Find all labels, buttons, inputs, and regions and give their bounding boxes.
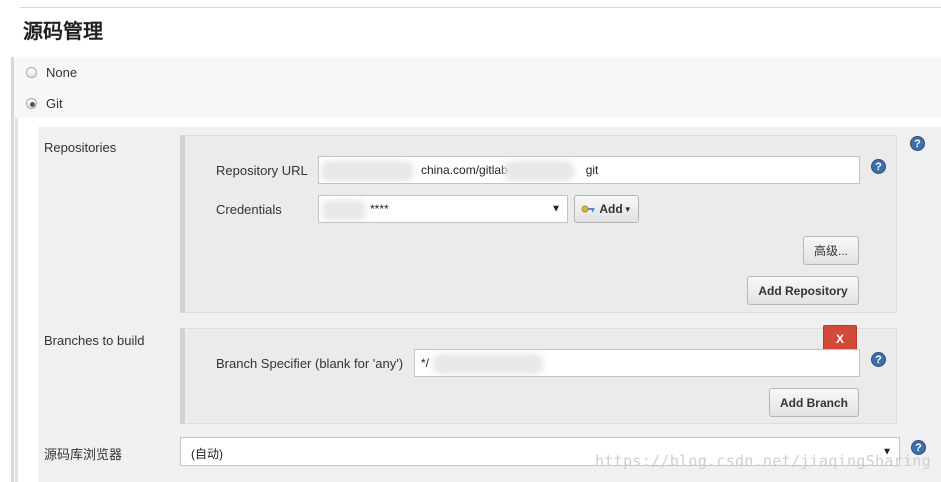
add-branch-button[interactable]: Add Branch <box>769 388 859 417</box>
add-credentials-button[interactable]: Add ▼ <box>574 195 639 223</box>
add-dropdown-icon: ▼ <box>623 204 632 214</box>
scm-option-git[interactable]: Git <box>26 93 63 113</box>
add-repository-button[interactable]: Add Repository <box>747 276 859 305</box>
top-divider <box>20 7 941 8</box>
repository-url-value: china.com/gitlab <box>421 163 508 177</box>
radio-git[interactable] <box>26 97 37 109</box>
key-icon <box>581 204 597 214</box>
radio-git-label: Git <box>46 95 63 111</box>
branches-label: Branches to build <box>44 333 145 348</box>
branch-specifier-input[interactable]: */ <box>414 349 860 377</box>
radio-none-label: None <box>46 64 78 80</box>
branch-specifier-value: */ <box>421 356 430 370</box>
repo-browser-label: 源码库浏览器 <box>44 447 123 462</box>
repository-url-suffix: git <box>585 163 599 177</box>
credentials-dropdown-icon: ▼ <box>551 203 561 215</box>
scm-option-none[interactable]: None <box>26 62 77 82</box>
radio-none[interactable] <box>26 66 37 78</box>
repositories-help-icon[interactable]: ? <box>910 136 925 151</box>
advanced-button[interactable]: 高级... <box>803 236 859 265</box>
credentials-label: Credentials <box>216 202 282 217</box>
repository-url-input[interactable]: china.com/gitlab git <box>318 156 860 184</box>
branch-specifier-help-icon[interactable]: ? <box>871 352 886 367</box>
branch-specifier-label: Branch Specifier (blank for 'any') <box>216 356 404 371</box>
add-credentials-label: Add <box>599 202 623 216</box>
repository-url-label: Repository URL <box>216 163 308 178</box>
repository-url-help-icon[interactable]: ? <box>871 159 886 174</box>
credentials-select[interactable]: **** ▼ <box>318 195 568 223</box>
credentials-value: **** <box>370 202 389 216</box>
watermark: https://blog.csdn.net/jiaqingSharing <box>595 452 931 470</box>
repo-browser-value: (自动) <box>191 447 223 461</box>
repositories-label: Repositories <box>44 140 117 155</box>
section-title: 源码管理 <box>23 21 103 43</box>
